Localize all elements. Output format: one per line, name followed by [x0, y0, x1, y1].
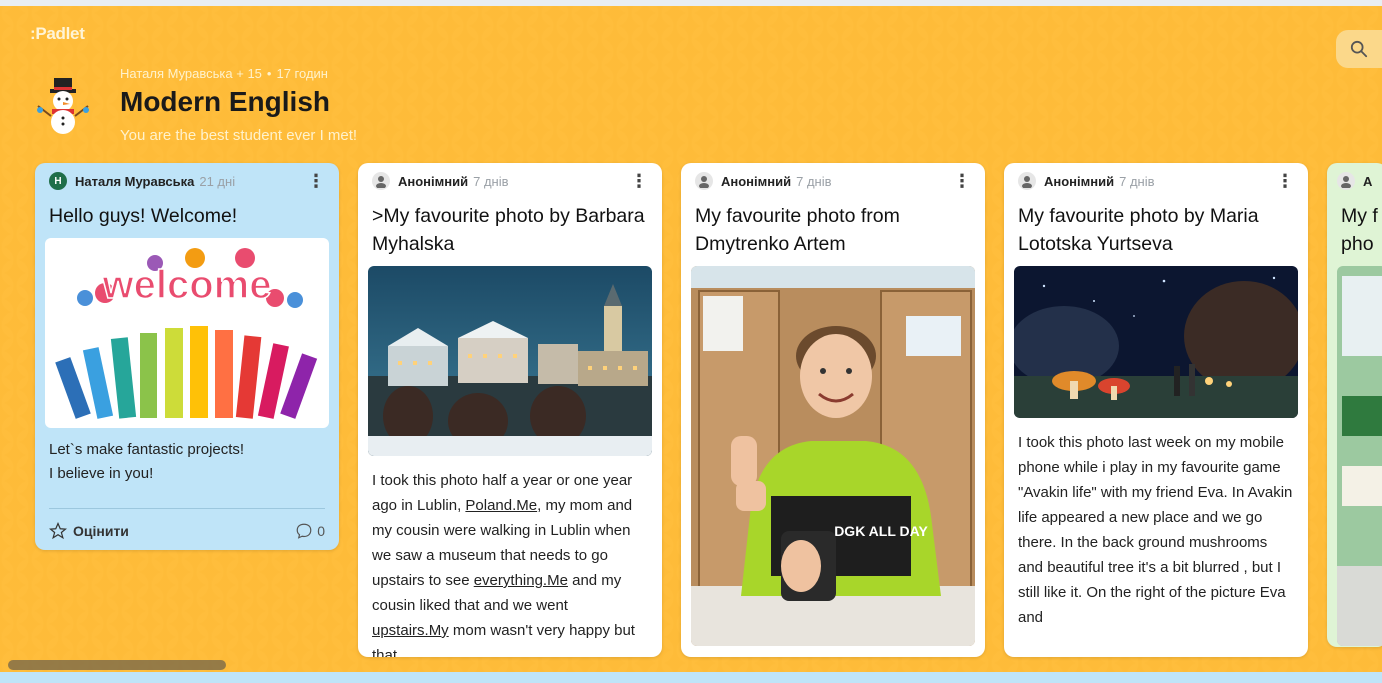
search-icon: [1350, 40, 1368, 58]
post-image[interactable]: DGK ALL DAY: [691, 266, 975, 646]
post-body: I took this photo last week on my mobile…: [1018, 434, 1293, 626]
post-time: 7 днів: [796, 173, 832, 189]
image-text-welcome: welcome: [102, 263, 272, 307]
browser-top-strip: [0, 0, 1382, 6]
post-card[interactable]: Анонімний 7 днів ⋮ My favourite photo by…: [1004, 163, 1308, 657]
post-image[interactable]: welcome: [45, 238, 329, 428]
post-body-line: Let`s make fantastic projects!: [49, 441, 245, 458]
post-card[interactable]: Н Наталя Муравська 21 дні ⋮ Hello guys! …: [35, 163, 339, 550]
anonymous-avatar-icon: [1337, 172, 1355, 190]
post-footer: Оцінити 0: [49, 508, 325, 550]
post-header: Н Наталя Муравська 21 дні ⋮: [35, 163, 339, 199]
post-image[interactable]: [1337, 266, 1382, 646]
post-title-line: My f: [1341, 205, 1378, 227]
board-byline: Наталя Муравська + 15 • 17 годин: [120, 66, 328, 81]
post-title-line: pho: [1341, 233, 1374, 255]
post-time: 21 дні: [199, 173, 236, 189]
lublin-photo: [368, 266, 652, 456]
post-title: Hello guys! Welcome!: [49, 205, 238, 227]
comments-button[interactable]: 0: [295, 522, 325, 540]
star-icon: [49, 521, 67, 539]
post-image[interactable]: [368, 266, 652, 456]
rate-label: Оцінити: [73, 522, 129, 539]
post-menu-icon[interactable]: ⋮: [307, 172, 325, 190]
snowman-icon: [37, 78, 89, 134]
comment-count: 0: [317, 522, 325, 539]
post-body-link[interactable]: Poland.Me: [465, 497, 537, 514]
post-card[interactable]: Анонімний 7 днів ⋮ My favourite photo fr…: [681, 163, 985, 657]
classroom-photo: [1337, 266, 1382, 646]
avakin-game-photo: [1014, 266, 1298, 418]
anonymous-avatar-icon: [695, 172, 713, 190]
shirt-text: DGK ALL DAY: [834, 523, 928, 539]
post-card[interactable]: Анонімний 7 днів ⋮ >My favourite photo b…: [358, 163, 662, 657]
post-header: Анонімний 7 днів ⋮: [358, 163, 662, 199]
boy-photo: DGK ALL DAY: [691, 266, 975, 646]
author-avatar: Н: [49, 172, 67, 190]
post-title: >My favourite photo by Barbara Myhalska: [372, 205, 645, 255]
welcome-illustration: welcome: [55, 248, 318, 419]
post-menu-icon[interactable]: ⋮: [1276, 172, 1294, 190]
post-author: А: [1363, 173, 1373, 189]
post-body-link[interactable]: upstairs.My: [372, 622, 449, 639]
comment-icon: [296, 523, 312, 539]
bottom-bar: [0, 672, 1382, 683]
post-header: А: [1327, 163, 1382, 199]
post-author: Анонімний: [721, 173, 792, 189]
post-body-link[interactable]: everything.Me: [474, 572, 568, 589]
post-menu-icon[interactable]: ⋮: [953, 172, 971, 190]
post-menu-icon[interactable]: ⋮: [630, 172, 648, 190]
post-author: Анонімний: [1044, 173, 1115, 189]
search-button[interactable]: [1336, 30, 1382, 68]
post-author: Наталя Муравська: [75, 173, 195, 189]
horizontal-scrollbar[interactable]: [8, 660, 226, 670]
post-body-line: I believe in you!: [49, 465, 154, 482]
post-title: My favourite photo by Maria Lototska Yur…: [1018, 205, 1259, 255]
post-author: Анонімний: [398, 173, 469, 189]
padlet-logo[interactable]: :Padlet: [30, 24, 85, 44]
rate-button[interactable]: Оцінити: [49, 521, 129, 540]
board-title: Modern English: [120, 86, 330, 117]
board-updated-time: 17 годин: [276, 66, 328, 81]
board-authors: Наталя Муравська + 15: [120, 66, 262, 81]
post-body: I took this photo half a year or one yea…: [358, 456, 662, 657]
post-image[interactable]: [1014, 266, 1298, 418]
post-header: Анонімний 7 днів ⋮: [681, 163, 985, 199]
post-title: My f pho: [1327, 199, 1382, 258]
post-header: Анонімний 7 днів ⋮: [1004, 163, 1308, 199]
post-title: My favourite photo from Dmytrenko Artem: [695, 205, 900, 255]
post-body: Let`s make fantastic projects! I believe…: [35, 428, 339, 486]
post-card[interactable]: А My f pho: [1327, 163, 1382, 647]
board-subtitle: You are the best student ever I met!: [120, 127, 358, 144]
post-time: 7 днів: [473, 173, 509, 189]
anonymous-avatar-icon: [372, 172, 390, 190]
anonymous-avatar-icon: [1018, 172, 1036, 190]
post-time: 7 днів: [1119, 173, 1155, 189]
